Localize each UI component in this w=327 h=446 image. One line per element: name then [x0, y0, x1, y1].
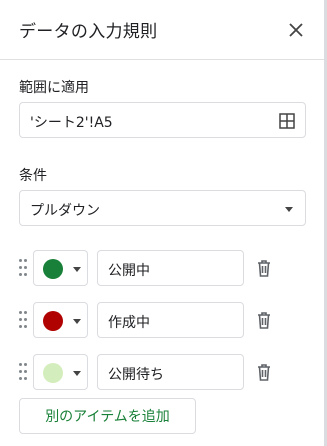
list-item: 公開中	[0, 250, 324, 286]
item-input[interactable]: 公開中	[97, 250, 244, 286]
list-item: 作成中	[0, 302, 324, 338]
item-value: 公開中	[108, 263, 150, 279]
item-input[interactable]: 作成中	[97, 302, 244, 338]
panel-header: データの入力規則	[0, 0, 324, 60]
color-swatch	[43, 259, 63, 279]
condition-dropdown[interactable]: プルダウン	[19, 190, 306, 226]
chevron-down-icon	[73, 319, 81, 324]
item-input[interactable]: 公開待ち	[97, 354, 244, 390]
panel-title: データの入力規則	[19, 22, 158, 42]
condition-value: プルダウン	[30, 203, 100, 219]
color-picker-button[interactable]	[33, 250, 88, 286]
chevron-down-icon	[73, 371, 81, 376]
close-icon[interactable]	[284, 18, 308, 42]
drag-handle-icon[interactable]	[19, 311, 27, 329]
range-label: 範囲に適用	[19, 80, 89, 96]
color-swatch	[43, 311, 63, 331]
data-validation-panel: データの入力規則 範囲に適用 'シート2'!A5 条件 プルダウン 公開中 作成…	[0, 0, 324, 446]
list-item: 公開待ち	[0, 354, 324, 390]
condition-label: 条件	[19, 168, 47, 184]
color-picker-button[interactable]	[33, 302, 88, 338]
item-value: 作成中	[108, 315, 150, 331]
drag-handle-icon[interactable]	[19, 259, 27, 277]
add-item-button[interactable]: 別のアイテムを追加	[19, 398, 196, 434]
trash-icon[interactable]	[254, 258, 274, 278]
color-picker-button[interactable]	[33, 354, 88, 390]
range-value: 'シート2'!A5	[30, 115, 113, 131]
color-swatch	[43, 363, 63, 383]
select-range-icon[interactable]	[279, 113, 295, 129]
drag-handle-icon[interactable]	[19, 363, 27, 381]
item-value: 公開待ち	[108, 367, 164, 383]
chevron-down-icon	[285, 207, 293, 212]
trash-icon[interactable]	[254, 362, 274, 382]
trash-icon[interactable]	[254, 310, 274, 330]
range-input[interactable]: 'シート2'!A5	[19, 102, 306, 138]
chevron-down-icon	[73, 267, 81, 272]
